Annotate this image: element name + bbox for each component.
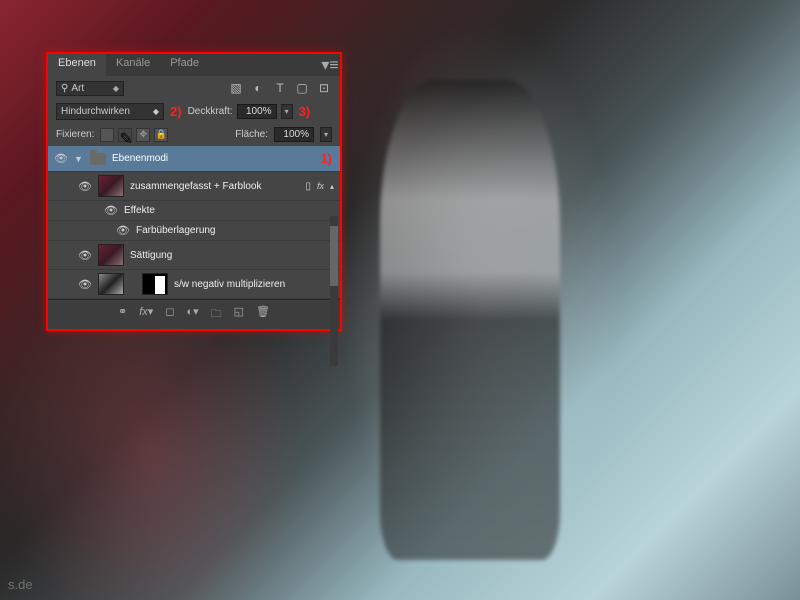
- layer-list: 👁 ▼ Ebenenmodi 1) 👁 zusammengefasst + Fa…: [48, 146, 340, 299]
- layers-bottom-toolbar: ⚭ fx▾ ◻ ◐▾ 🗀 ◱ 🗑: [48, 299, 340, 329]
- lock-label: Fixieren:: [56, 129, 94, 140]
- folder-icon: [90, 153, 106, 165]
- mask-thumbnail: [142, 273, 168, 295]
- visibility-eye-icon[interactable]: 👁: [78, 180, 92, 193]
- opacity-input[interactable]: 100%: [237, 104, 277, 119]
- scroll-thumb[interactable]: [330, 226, 338, 286]
- layer-name: zusammengefasst + Farblook: [130, 181, 299, 192]
- layer-mask-icon[interactable]: ◻: [165, 305, 174, 324]
- layer-saettigung[interactable]: 👁 Sättigung: [48, 241, 340, 270]
- layer-zusammengefasst[interactable]: 👁 zusammengefasst + Farblook ▯ fx ▴: [48, 172, 340, 201]
- tab-channels[interactable]: Kanäle: [106, 54, 160, 76]
- filter-type-icon[interactable]: T: [272, 80, 288, 96]
- delete-layer-icon[interactable]: 🗑: [256, 305, 270, 324]
- visibility-eye-icon[interactable]: 👁: [104, 204, 118, 217]
- layer-effects-group[interactable]: 👁 Effekte: [48, 201, 340, 221]
- layer-effect-coloroverlay[interactable]: 👁 Farbüberlagerung: [48, 221, 340, 241]
- layer-thumbnail: [98, 175, 124, 197]
- visibility-eye-icon[interactable]: 👁: [116, 224, 130, 237]
- scrollbar[interactable]: [330, 216, 338, 366]
- filter-row: ⚲ Art ◆ ▧ ◐ T ▢ ⊡: [48, 76, 340, 100]
- annotation-1: 1): [318, 151, 334, 166]
- layer-thumbnail: [98, 244, 124, 266]
- new-group-icon[interactable]: 🗀: [211, 305, 222, 324]
- visibility-eye-icon[interactable]: 👁: [78, 249, 92, 262]
- layer-name: Sättigung: [130, 250, 334, 261]
- fill-label: Fläche:: [235, 129, 268, 140]
- lock-position-icon[interactable]: ✥: [136, 128, 150, 142]
- panel-menu-icon[interactable]: ▾≡: [320, 54, 340, 76]
- effect-name: Farbüberlagerung: [136, 225, 334, 236]
- effects-label: Effekte: [124, 205, 334, 216]
- visibility-eye-icon[interactable]: 👁: [54, 152, 68, 165]
- lock-transparent-icon[interactable]: [100, 128, 114, 142]
- link-layers-icon[interactable]: ⚭: [118, 305, 127, 324]
- opacity-dropdown-icon[interactable]: ▾: [281, 104, 293, 119]
- chevron-down-icon[interactable]: ▼: [74, 154, 84, 164]
- layer-sw-negativ[interactable]: 👁 s/w negativ multiplizieren: [48, 270, 340, 299]
- lock-all-icon[interactable]: 🔒: [154, 128, 168, 142]
- layer-group-name: Ebenenmodi: [112, 153, 312, 164]
- filter-shape-icon[interactable]: ▢: [294, 80, 310, 96]
- blend-mode-select[interactable]: Hindurchwirken ◆: [56, 103, 164, 120]
- layers-panel: Ebenen Kanäle Pfade ▾≡ ⚲ Art ◆ ▧ ◐ T ▢ ⊡…: [46, 52, 342, 331]
- fill-dropdown-icon[interactable]: ▾: [320, 127, 332, 142]
- layer-group-ebenenmodi[interactable]: 👁 ▼ Ebenenmodi 1): [48, 146, 340, 172]
- fx-badge[interactable]: fx: [317, 181, 324, 191]
- filter-label: Art: [71, 83, 84, 94]
- lock-row: Fixieren: ✎ ✥ 🔒 Fläche: 100% ▾: [48, 123, 340, 146]
- annotation-3: 3): [297, 104, 313, 119]
- visibility-eye-icon[interactable]: 👁: [78, 278, 92, 291]
- fill-input[interactable]: 100%: [274, 127, 314, 142]
- layer-style-icon[interactable]: fx▾: [139, 305, 153, 324]
- layer-name: s/w negativ multiplizieren: [174, 279, 334, 290]
- adjustment-layer-icon[interactable]: ◐▾: [186, 305, 198, 324]
- blend-mode-value: Hindurchwirken: [61, 106, 130, 117]
- new-layer-icon[interactable]: ◱: [234, 305, 244, 324]
- tab-layers[interactable]: Ebenen: [48, 54, 106, 76]
- filter-type-select[interactable]: ⚲ Art ◆: [56, 81, 124, 96]
- search-icon: ⚲: [61, 83, 68, 94]
- filter-adjust-icon[interactable]: ◐: [250, 80, 266, 96]
- filter-pixel-icon[interactable]: ▧: [228, 80, 244, 96]
- layer-thumbnail: [98, 273, 124, 295]
- panel-tabs: Ebenen Kanäle Pfade ▾≡: [48, 54, 340, 76]
- blend-row: Hindurchwirken ◆ 2) Deckkraft: 100% ▾ 3): [48, 100, 340, 123]
- lock-pixels-icon[interactable]: ✎: [118, 128, 132, 142]
- tab-paths[interactable]: Pfade: [160, 54, 209, 76]
- filter-smart-icon[interactable]: ⊡: [316, 80, 332, 96]
- fx-chevron-icon[interactable]: ▴: [330, 182, 334, 191]
- watermark: s.de: [8, 577, 33, 592]
- opacity-label: Deckkraft:: [188, 106, 233, 117]
- annotation-2: 2): [168, 104, 184, 119]
